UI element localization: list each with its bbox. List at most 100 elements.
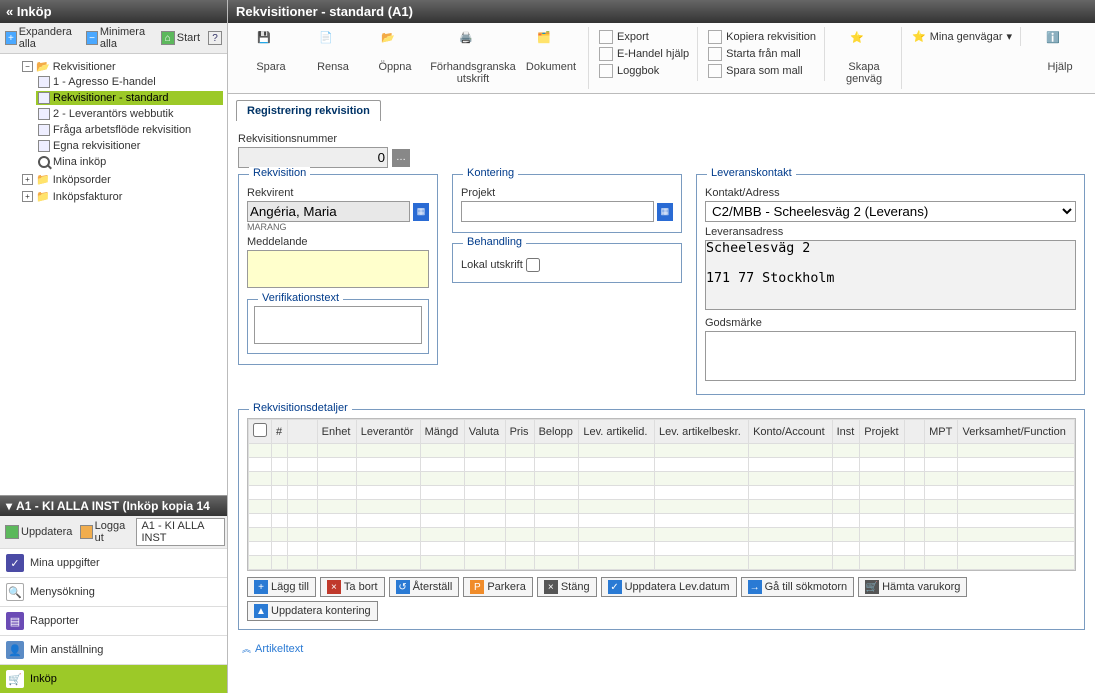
park-button[interactable]: PParkera — [463, 577, 533, 597]
projekt-field[interactable] — [461, 201, 654, 222]
reqnum-field[interactable] — [238, 147, 388, 168]
godsmarke-label: Godsmärke — [705, 317, 1076, 329]
clear-button[interactable]: 📄Rensa — [304, 29, 362, 87]
col-konto[interactable]: Konto/Account — [749, 420, 832, 444]
col-lev-artikelbeskr[interactable]: Lev. artikelbeskr. — [655, 420, 749, 444]
close-button[interactable]: ×Stäng — [537, 577, 597, 597]
artikeltext-toggle[interactable]: ︽ Artikeltext — [238, 640, 1085, 657]
select-all-checkbox[interactable] — [253, 423, 267, 437]
tree-item[interactable]: 1 - Agresso E-handel — [36, 75, 223, 89]
expand-icon[interactable]: + — [22, 191, 33, 202]
expand-icon[interactable]: + — [22, 174, 33, 185]
tab-registrering-rekvisition[interactable]: Registrering rekvisition — [236, 100, 381, 121]
behandling-group: Behandling Lokal utskrift — [452, 243, 682, 283]
minus-icon: − — [86, 31, 98, 45]
plus-icon: + — [5, 31, 17, 45]
refresh-button[interactable]: Uppdatera — [2, 524, 75, 540]
open-button[interactable]: 📂Öppna — [366, 29, 424, 87]
collapse-all-button[interactable]: − Minimera alla — [83, 25, 156, 51]
tree-item-selected[interactable]: Rekvisitioner - standard — [36, 91, 223, 105]
menu-menysokning[interactable]: 🔍Menysökning — [0, 577, 227, 606]
leveransadress-field[interactable]: Scheelesväg 2 171 77 Stockholm — [705, 240, 1076, 310]
save-icon: 💾 — [257, 31, 285, 59]
rekvirent-lookup-button[interactable]: ▦ — [413, 203, 429, 221]
tree-item[interactable]: Mina inköp — [36, 155, 223, 169]
delete-row-button[interactable]: ×Ta bort — [320, 577, 385, 597]
expand-all-button[interactable]: + Expandera alla — [2, 25, 81, 51]
help-button[interactable]: ? — [205, 30, 225, 46]
update-kontering-button[interactable]: ▲Uppdatera kontering — [247, 601, 378, 621]
table-row[interactable] — [249, 542, 1075, 556]
col-mangd[interactable]: Mängd — [420, 420, 464, 444]
help-big-button[interactable]: ℹ️Hjälp — [1031, 29, 1089, 75]
ehandel-help-button[interactable]: E-Handel hjälp — [597, 46, 691, 62]
fetch-cart-button[interactable]: 🛒Hämta varukorg — [858, 577, 967, 597]
table-row[interactable] — [249, 458, 1075, 472]
col-enhet[interactable]: Enhet — [317, 420, 356, 444]
details-grid[interactable]: # Enhet Leverantör Mängd Valuta Pris Bel… — [247, 418, 1076, 571]
create-shortcut-button[interactable]: ⭐Skapa genväg — [835, 29, 893, 87]
col-pris[interactable]: Pris — [505, 420, 534, 444]
go-to-search-button[interactable]: →Gå till sökmotorn — [741, 577, 855, 597]
table-row[interactable] — [249, 486, 1075, 500]
table-row[interactable] — [249, 556, 1075, 570]
tree-folder-inkopsfakturor[interactable]: +📁Inköpsfakturor — [20, 189, 225, 204]
col-mpt[interactable]: MPT — [925, 420, 958, 444]
star-add-icon: ⭐ — [850, 31, 878, 59]
kontakt-select[interactable]: C2/MBB - Scheelesväg 2 (Leverans) — [705, 201, 1076, 222]
tree-folder-rekvisitioner[interactable]: − 📂 Rekvisitioner — [20, 59, 225, 74]
menu-inkop[interactable]: 🛒Inköp — [0, 664, 227, 693]
menu-rapporter[interactable]: ▤Rapporter — [0, 606, 227, 635]
cart-icon: 🛒 — [865, 580, 879, 594]
menu-min-anstallning[interactable]: 👤Min anställning — [0, 635, 227, 664]
session-tab[interactable]: A1 - KI ALLA INST — [136, 518, 225, 546]
navigation-tree[interactable]: − 📂 Rekvisitioner 1 - Agresso E-handel R… — [0, 54, 227, 495]
documents-icon: 🗂️ — [537, 31, 565, 59]
collapse-icon[interactable]: − — [22, 61, 33, 72]
meddelande-label: Meddelande — [247, 236, 429, 248]
table-row[interactable] — [249, 472, 1075, 486]
rekvirent-field[interactable] — [247, 201, 410, 222]
logout-icon — [80, 525, 92, 539]
start-button[interactable]: ⌂ Start — [158, 30, 203, 46]
col-leverantor[interactable]: Leverantör — [356, 420, 420, 444]
session-title: ▾ A1 - KI ALLA INST (Inköp kopia 14 — [0, 496, 227, 516]
reqnum-lookup-button[interactable]: … — [392, 149, 410, 167]
copy-requisition-button[interactable]: Kopiera rekvisition — [706, 29, 818, 45]
print-preview-button[interactable]: 🖨️Förhandsgranska utskrift — [428, 29, 518, 87]
up-icon: ▲ — [254, 604, 268, 618]
lokal-utskrift-checkbox[interactable] — [526, 258, 540, 272]
logout-button[interactable]: Logga ut — [77, 519, 134, 545]
my-shortcuts-button[interactable]: ⭐Mina genvägar▾ — [910, 29, 1014, 44]
logbook-button[interactable]: Loggbok — [597, 63, 691, 79]
table-row[interactable] — [249, 500, 1075, 514]
projekt-lookup-button[interactable]: ▦ — [657, 203, 673, 221]
table-row[interactable] — [249, 528, 1075, 542]
tree-item[interactable]: Egna rekvisitioner — [36, 139, 223, 153]
col-valuta[interactable]: Valuta — [464, 420, 505, 444]
godsmarke-field[interactable] — [705, 331, 1076, 381]
tree-item[interactable]: Fråga arbetsflöde rekvisition — [36, 123, 223, 137]
menu-mina-uppgifter[interactable]: ✓Mina uppgifter — [0, 548, 227, 577]
report-icon: ▤ — [6, 612, 24, 630]
col-belopp[interactable]: Belopp — [534, 420, 579, 444]
add-row-button[interactable]: +Lägg till — [247, 577, 316, 597]
save-button[interactable]: 💾Spara — [242, 29, 300, 87]
meddelande-field[interactable] — [247, 250, 429, 288]
col-lev-artikelid[interactable]: Lev. artikelid. — [579, 420, 655, 444]
reset-button[interactable]: ↺Återställ — [389, 577, 460, 597]
col-num[interactable]: # — [272, 420, 288, 444]
table-row[interactable] — [249, 514, 1075, 528]
update-delivery-date-button[interactable]: ✓Uppdatera Lev.datum — [601, 577, 737, 597]
export-button[interactable]: Export — [597, 29, 691, 45]
col-projekt[interactable]: Projekt — [860, 420, 905, 444]
save-as-template-button[interactable]: Spara som mall — [706, 63, 818, 79]
table-row[interactable] — [249, 444, 1075, 458]
verifikation-field[interactable] — [254, 306, 422, 344]
tree-item[interactable]: 2 - Leverantörs webbutik — [36, 107, 223, 121]
col-inst[interactable]: Inst — [832, 420, 860, 444]
start-from-template-button[interactable]: Starta från mall — [706, 46, 818, 62]
documents-button[interactable]: 🗂️Dokument — [522, 29, 580, 87]
tree-folder-inkopsorder[interactable]: +📁Inköpsorder — [20, 172, 225, 187]
col-verksamhet[interactable]: Verksamhet/Function — [958, 420, 1075, 444]
